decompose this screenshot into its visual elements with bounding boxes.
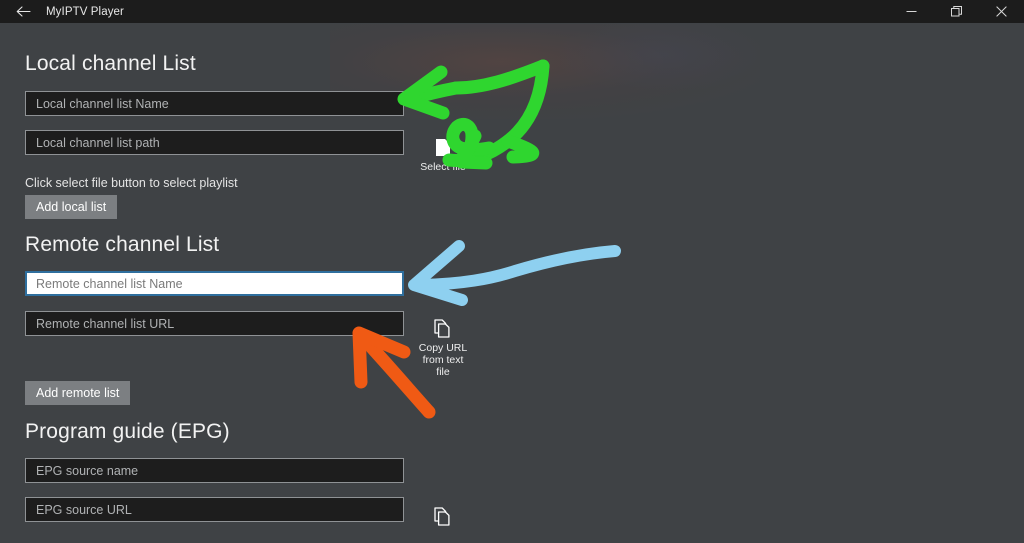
copy-icon bbox=[434, 505, 452, 527]
close-button[interactable] bbox=[979, 0, 1024, 23]
minimize-button[interactable] bbox=[889, 0, 934, 23]
window-controls bbox=[889, 0, 1024, 23]
copy-url-label: Copy URL from text file bbox=[418, 342, 468, 378]
program-guide-epg-heading: Program guide (EPG) bbox=[25, 420, 230, 443]
select-file-helper-text: Click select file button to select playl… bbox=[25, 176, 238, 190]
add-remote-list-button[interactable]: Add remote list bbox=[25, 381, 131, 405]
local-channel-list-path-input[interactable] bbox=[25, 130, 404, 155]
app-window: MyIPTV Player Local channel List Local c… bbox=[0, 0, 1024, 543]
local-channel-list-name-input[interactable] bbox=[25, 91, 404, 116]
select-file-label: Select file bbox=[420, 161, 466, 173]
epg-copy-url-button[interactable] bbox=[406, 505, 480, 530]
app-title: MyIPTV Player bbox=[46, 5, 124, 18]
maximize-button[interactable] bbox=[934, 0, 979, 23]
epg-source-url-input[interactable] bbox=[25, 497, 404, 522]
copy-icon bbox=[434, 317, 452, 339]
copy-url-from-text-file-button[interactable]: Copy URL from text file bbox=[406, 317, 480, 378]
remote-channel-list-url-input[interactable] bbox=[25, 311, 404, 336]
back-arrow-icon bbox=[16, 6, 31, 17]
document-icon bbox=[435, 136, 451, 158]
remote-channel-list-name-input[interactable] bbox=[25, 271, 404, 296]
title-bar: MyIPTV Player bbox=[0, 0, 1024, 23]
minimize-icon bbox=[906, 6, 917, 17]
add-local-list-button[interactable]: Add local list bbox=[25, 195, 118, 219]
settings-content: Local channel List Click select file but… bbox=[0, 23, 1024, 543]
back-button[interactable] bbox=[0, 0, 46, 23]
remote-channel-list-heading: Remote channel List bbox=[25, 233, 220, 256]
local-channel-list-heading: Local channel List bbox=[25, 52, 196, 75]
maximize-icon bbox=[951, 6, 962, 17]
select-file-button[interactable]: Select file bbox=[406, 136, 480, 173]
epg-source-name-input[interactable] bbox=[25, 458, 404, 483]
close-icon bbox=[996, 6, 1007, 17]
